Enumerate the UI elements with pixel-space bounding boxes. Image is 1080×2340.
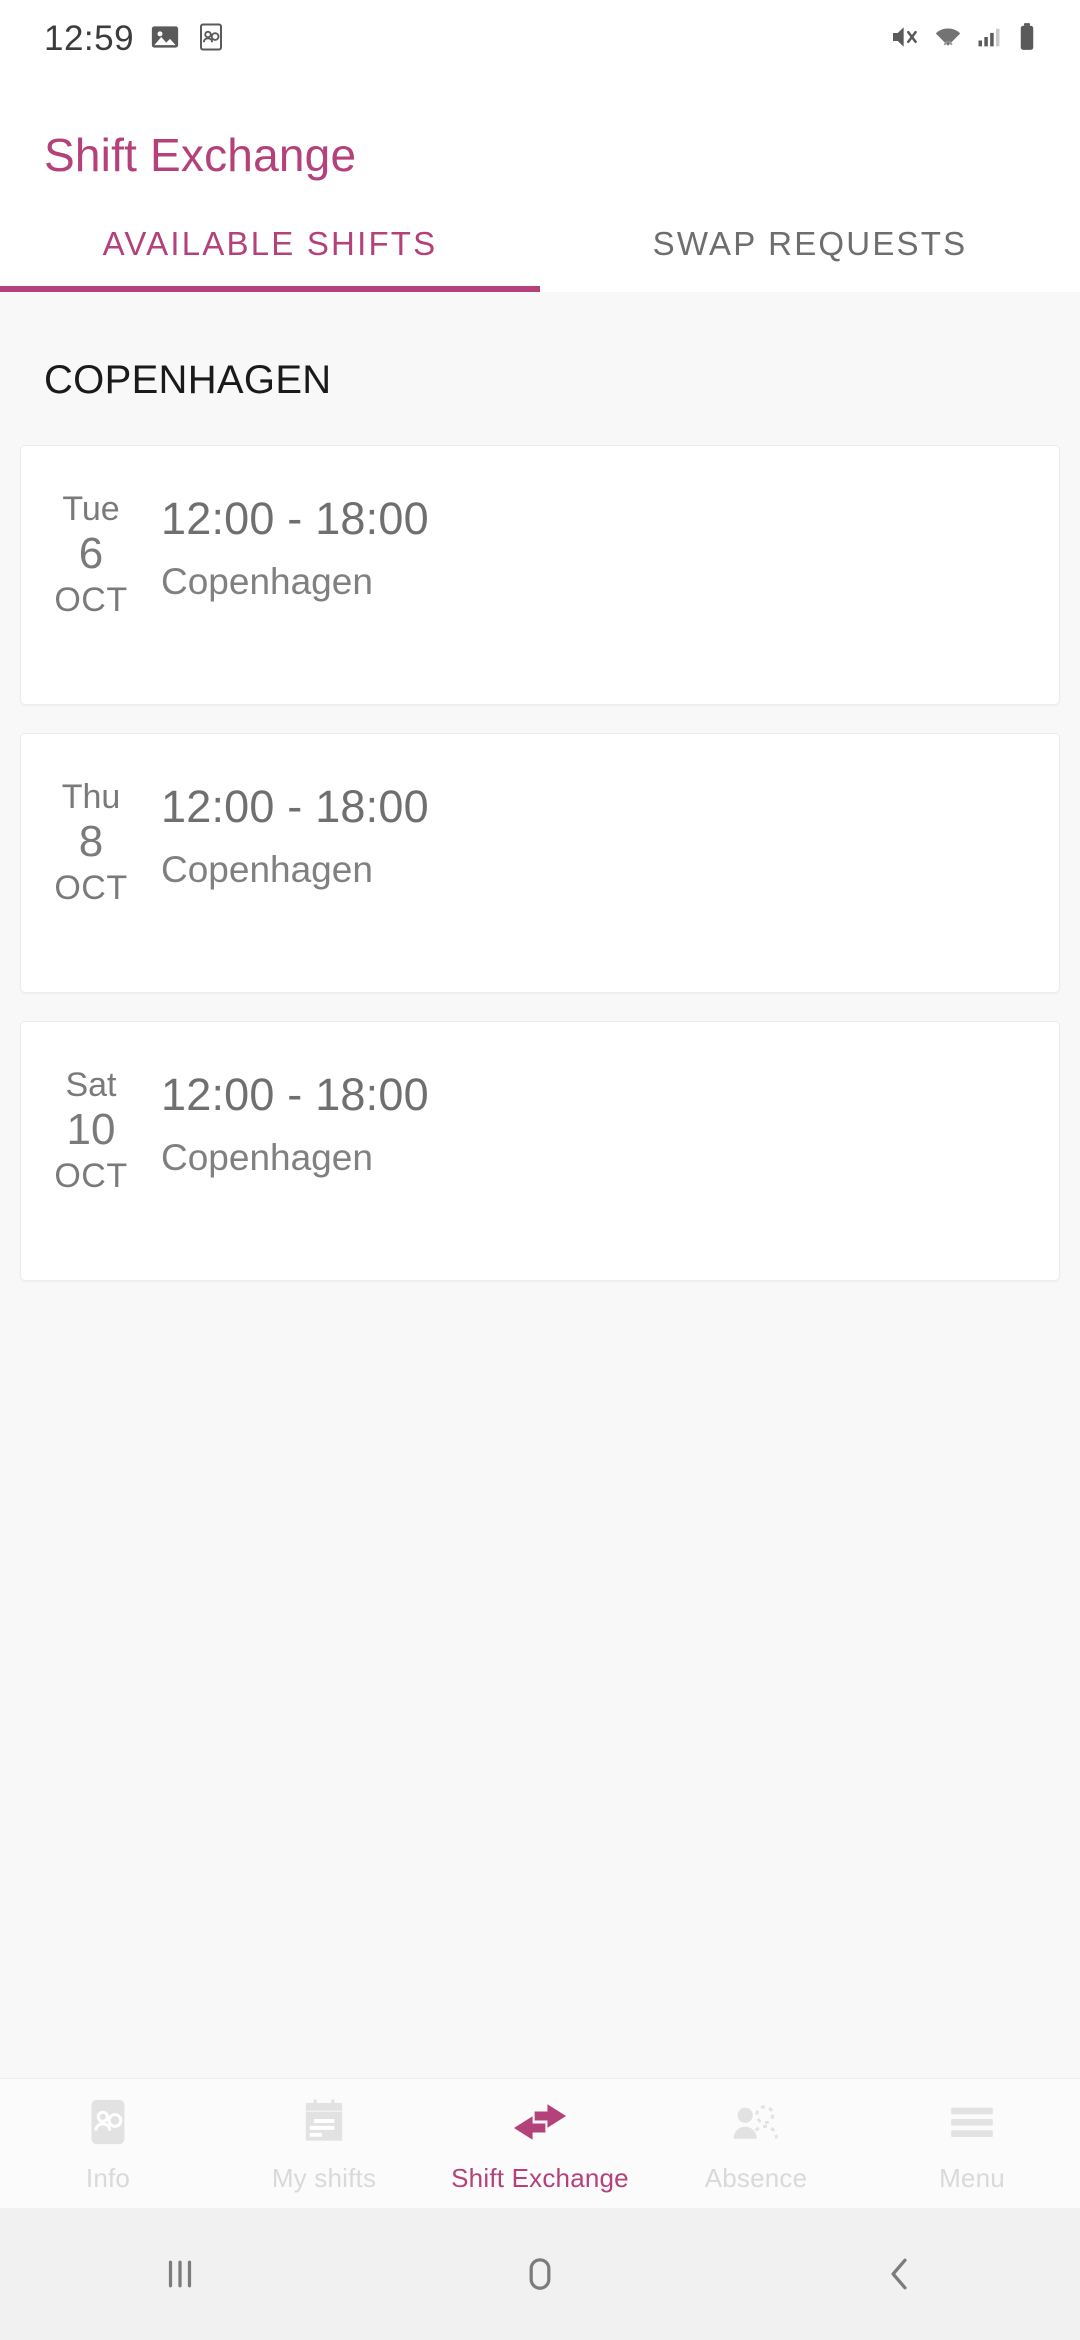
- nav-item-info[interactable]: Info: [0, 2094, 216, 2194]
- nav-item-absence[interactable]: Absence: [648, 2094, 864, 2194]
- shift-month: OCT: [54, 868, 128, 907]
- nav-label: Menu: [939, 2162, 1005, 2193]
- phone-screen: 12:59 Shift Exchange AVAILABLE SHIFTS SW…: [0, 0, 1080, 2340]
- shift-day: 8: [78, 817, 104, 867]
- app-bar: Shift Exchange: [0, 78, 1080, 196]
- mute-icon: [889, 21, 921, 58]
- shift-weekday: Sat: [65, 1066, 117, 1104]
- calendar-doc-icon: [298, 2094, 350, 2150]
- shift-card[interactable]: Thu 8 OCT 12:00 - 18:00 Copenhagen: [20, 733, 1060, 993]
- battery-icon: [1014, 22, 1040, 57]
- nav-item-shift-exchange[interactable]: Shift Exchange: [432, 2094, 648, 2194]
- shift-date: Thu 8 OCT: [21, 778, 161, 908]
- status-bar: 12:59: [0, 0, 1080, 78]
- back-button[interactable]: [720, 2251, 1080, 2297]
- section-header-location: COPENHAGEN: [44, 358, 332, 402]
- nav-item-my-shifts[interactable]: My shifts: [216, 2094, 432, 2194]
- nav-label: Absence: [704, 2162, 808, 2193]
- tab-bar: AVAILABLE SHIFTS SWAP REQUESTS: [0, 196, 1080, 292]
- status-bar-left: 12:59: [44, 19, 226, 59]
- swap-arrows-icon: [509, 2094, 571, 2150]
- person-absent-icon: [728, 2094, 784, 2150]
- shift-day: 6: [78, 529, 104, 579]
- shift-info: 12:00 - 18:00 Copenhagen: [161, 1066, 429, 1182]
- shift-date: Tue 6 OCT: [21, 490, 161, 620]
- android-system-nav: [0, 2208, 1080, 2340]
- nav-item-menu[interactable]: Menu: [864, 2094, 1080, 2194]
- shift-location: Copenhagen: [161, 849, 373, 890]
- shift-day: 10: [66, 1105, 116, 1155]
- shift-card[interactable]: Tue 6 OCT 12:00 - 18:00 Copenhagen: [20, 445, 1060, 705]
- shift-location: Copenhagen: [161, 561, 373, 602]
- shift-info: 12:00 - 18:00 Copenhagen: [161, 490, 429, 606]
- nav-label: Shift Exchange: [451, 2162, 629, 2193]
- contacts-card-icon: [196, 22, 226, 57]
- nav-label: Info: [85, 2162, 131, 2193]
- contacts-card-icon: [82, 2094, 134, 2150]
- shift-card[interactable]: Sat 10 OCT 12:00 - 18:00 Copenhagen: [20, 1021, 1060, 1281]
- shift-month: OCT: [54, 580, 128, 619]
- tab-available-shifts[interactable]: AVAILABLE SHIFTS: [0, 196, 540, 292]
- status-bar-right: [889, 21, 1040, 58]
- shift-time: 12:00 - 18:00: [161, 1069, 429, 1120]
- shift-card-list: Tue 6 OCT 12:00 - 18:00 Copenhagen Thu 8…: [0, 403, 1080, 1281]
- cellular-signal-icon: [975, 23, 1003, 56]
- shift-weekday: Thu: [61, 778, 121, 816]
- shift-location: Copenhagen: [161, 1137, 373, 1178]
- nav-label: My shifts: [271, 2162, 377, 2193]
- shift-weekday: Tue: [62, 490, 120, 528]
- shift-time: 12:00 - 18:00: [161, 493, 429, 544]
- shift-time: 12:00 - 18:00: [161, 781, 429, 832]
- shift-date: Sat 10 OCT: [21, 1066, 161, 1196]
- recents-button[interactable]: [0, 2251, 360, 2297]
- status-bar-clock: 12:59: [44, 19, 135, 58]
- shift-list-container[interactable]: COPENHAGEN Tue 6 OCT 12:00 - 18:00 Copen…: [0, 292, 1080, 2160]
- shift-info: 12:00 - 18:00 Copenhagen: [161, 778, 429, 894]
- image-icon: [150, 22, 180, 57]
- page-title: Shift Exchange: [44, 129, 357, 181]
- shift-month: OCT: [54, 1156, 128, 1195]
- tab-swap-requests[interactable]: SWAP REQUESTS: [540, 196, 1080, 292]
- hamburger-menu-icon: [945, 2094, 999, 2150]
- wifi-icon: [932, 21, 964, 58]
- bottom-navigation: Info My shifts Shift Exchange Absence Me…: [0, 2078, 1080, 2208]
- home-button[interactable]: [360, 2251, 720, 2297]
